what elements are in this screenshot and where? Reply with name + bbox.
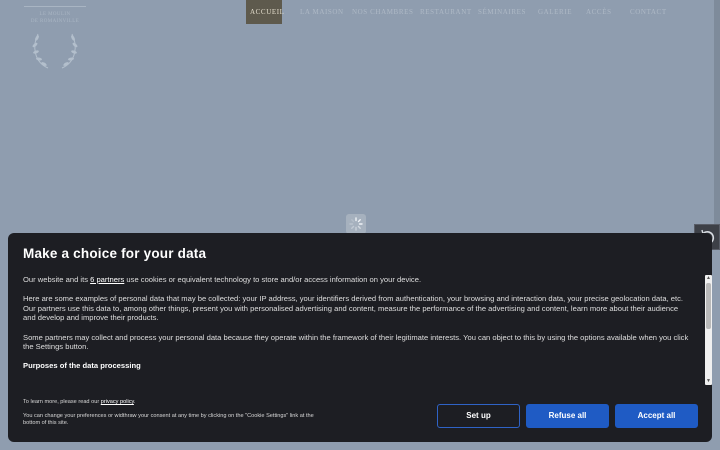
nav-item-la-maison[interactable]: La Maison: [300, 0, 344, 24]
dialog-scrollbar[interactable]: ▲ ▼: [705, 275, 712, 385]
top-navigation: Accueil La Maison Nos Chambres Restauran…: [0, 0, 720, 26]
data-examples-paragraph: Here are some examples of personal data …: [23, 294, 691, 304]
dialog-body: Our website and its 6 partners use cooki…: [23, 275, 691, 385]
nav-item-acces[interactable]: Accès: [586, 0, 612, 24]
partners-link[interactable]: 6 partners: [90, 275, 124, 284]
loading-spinner-icon: [346, 214, 366, 234]
laurel-wreath-icon: [32, 33, 78, 69]
nav-item-nos-chambres[interactable]: Nos Chambres: [352, 0, 413, 24]
privacy-prefix: To learn more, please read our: [23, 399, 101, 405]
setup-button[interactable]: Set up: [437, 404, 520, 428]
refuse-all-button[interactable]: Refuse all: [526, 404, 609, 428]
para3-text: Our partners use this data to, among oth…: [23, 303, 679, 323]
nav-item-galerie[interactable]: Galerie: [538, 0, 572, 24]
scroll-up-icon[interactable]: ▲: [705, 275, 712, 282]
nav-item-accueil[interactable]: Accueil: [246, 0, 284, 24]
nav-item-seminaires[interactable]: Séminaires: [478, 0, 526, 24]
privacy-policy-link[interactable]: privacy policy: [101, 399, 134, 405]
intro-prefix: Our website and its: [23, 275, 91, 284]
accept-all-button[interactable]: Accept all: [615, 404, 698, 428]
nav-item-restaurant[interactable]: Restaurant: [420, 0, 472, 24]
nav-item-contact[interactable]: Contact: [630, 0, 667, 24]
intro-suffix: use cookies or equivalent technology to …: [124, 275, 422, 284]
cookie-consent-dialog: Make a choice for your data Our website …: [8, 233, 712, 442]
privacy-suffix: .: [133, 399, 136, 405]
logo-text-line1: LE MOULIN: [39, 12, 71, 17]
dialog-title: Make a choice for your data: [23, 246, 207, 261]
legitimate-interest-paragraph: Some partners may collect and process yo…: [23, 333, 691, 352]
logo-divider: [24, 6, 86, 7]
scroll-thumb[interactable]: [706, 283, 711, 329]
page-right-edge: [714, 0, 720, 232]
para2-text: Here are some examples of personal data …: [23, 294, 684, 304]
intro-paragraph: Our website and its 6 partners use cooki…: [23, 275, 691, 285]
partners-use-paragraph: Our partners use this data to, among oth…: [23, 304, 691, 323]
purposes-heading[interactable]: Purposes of the data processing: [23, 361, 691, 371]
scroll-down-icon[interactable]: ▼: [705, 378, 712, 385]
site-logo[interactable]: LE MOULIN DE ROMAINVILLE: [20, 6, 90, 72]
para4-text: Some partners may collect and process yo…: [23, 332, 689, 352]
change-preferences-note: You can change your preferences or width…: [23, 413, 314, 426]
privacy-note: To learn more, please read our privacy p…: [23, 399, 323, 406]
